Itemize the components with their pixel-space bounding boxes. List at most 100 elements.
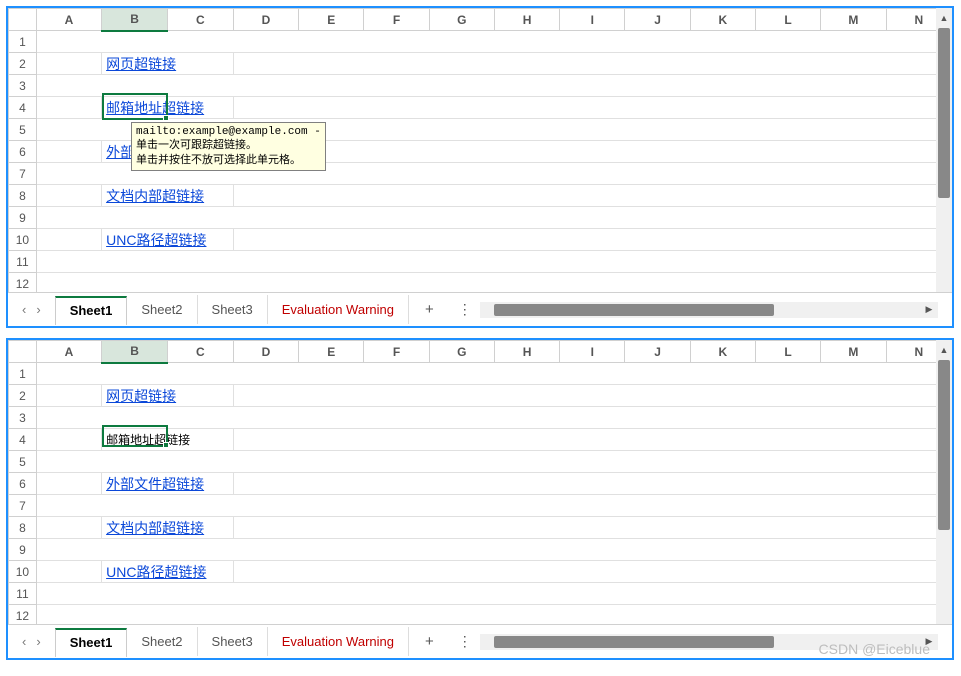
row-4[interactable]: 4: [9, 429, 37, 451]
col-D[interactable]: D: [233, 9, 298, 31]
cell[interactable]: [233, 53, 951, 75]
hyperlink[interactable]: 邮箱地址超链接: [106, 100, 204, 116]
tab-sheet2[interactable]: Sheet2: [127, 627, 197, 656]
col-F[interactable]: F: [364, 341, 429, 363]
col-B[interactable]: B: [102, 341, 168, 363]
add-sheet-button[interactable]: +: [409, 633, 450, 650]
row-8[interactable]: 8: [9, 185, 37, 207]
hyperlink[interactable]: 外部: [106, 144, 134, 160]
cell[interactable]: [36, 97, 101, 119]
cell[interactable]: [233, 141, 951, 163]
cell[interactable]: [233, 429, 951, 451]
hscroll-thumb[interactable]: [494, 636, 774, 648]
cell-B6[interactable]: 外部文件超链接: [102, 473, 234, 495]
col-G[interactable]: G: [429, 341, 494, 363]
col-E[interactable]: E: [299, 9, 364, 31]
row-5[interactable]: 5: [9, 451, 37, 473]
col-A[interactable]: A: [36, 341, 101, 363]
cell-B2[interactable]: 网页超链接: [102, 53, 234, 75]
cell[interactable]: [36, 583, 951, 605]
col-F[interactable]: F: [364, 9, 429, 31]
row-3[interactable]: 3: [9, 75, 37, 97]
cell[interactable]: [36, 407, 951, 429]
scroll-thumb[interactable]: [938, 360, 950, 530]
hscroll-thumb[interactable]: [494, 304, 774, 316]
row-1[interactable]: 1: [9, 363, 37, 385]
cell-B10[interactable]: UNC路径超链接: [102, 561, 234, 583]
cell-B8[interactable]: 文档内部超链接: [102, 185, 234, 207]
cell[interactable]: [36, 539, 951, 561]
cell[interactable]: [233, 561, 951, 583]
cell-B8[interactable]: 文档内部超链接: [102, 517, 234, 539]
cell[interactable]: [36, 185, 101, 207]
cell[interactable]: [36, 75, 951, 97]
cell-B4[interactable]: 邮箱地址超链接: [102, 429, 234, 451]
cell-B2[interactable]: 网页超链接: [102, 385, 234, 407]
cell[interactable]: [36, 229, 101, 251]
row-6[interactable]: 6: [9, 473, 37, 495]
col-G[interactable]: G: [429, 9, 494, 31]
corner-cell[interactable]: [9, 341, 37, 363]
prev-sheet-icon[interactable]: ‹: [22, 634, 26, 649]
cell[interactable]: [233, 473, 951, 495]
hyperlink[interactable]: 网页超链接: [106, 388, 176, 404]
cell[interactable]: [233, 185, 951, 207]
cell[interactable]: [36, 31, 951, 53]
row-10[interactable]: 10: [9, 561, 37, 583]
cell[interactable]: [36, 473, 101, 495]
horizontal-scrollbar[interactable]: ▶: [480, 302, 938, 318]
tab-sheet2[interactable]: Sheet2: [127, 295, 197, 324]
row-2[interactable]: 2: [9, 53, 37, 75]
row-10[interactable]: 10: [9, 229, 37, 251]
vertical-scrollbar[interactable]: ▲: [936, 340, 952, 627]
hyperlink[interactable]: 外部文件超链接: [106, 476, 204, 492]
scroll-up-icon[interactable]: ▲: [936, 10, 952, 26]
tab-sheet3[interactable]: Sheet3: [198, 295, 268, 324]
cell[interactable]: [36, 251, 951, 273]
grid-area[interactable]: A B C D E F G H I J K L M N 1 2: [8, 8, 952, 295]
col-J[interactable]: J: [625, 9, 690, 31]
tab-sheet3[interactable]: Sheet3: [198, 627, 268, 656]
cell-B10[interactable]: UNC路径超链接: [102, 229, 234, 251]
hyperlink[interactable]: 文档内部超链接: [106, 520, 204, 536]
row-2[interactable]: 2: [9, 385, 37, 407]
hyperlink[interactable]: 文档内部超链接: [106, 188, 204, 204]
col-D[interactable]: D: [233, 341, 298, 363]
cell-B4[interactable]: 邮箱地址超链接: [102, 97, 234, 119]
col-E[interactable]: E: [299, 341, 364, 363]
row-3[interactable]: 3: [9, 407, 37, 429]
row-4[interactable]: 4: [9, 97, 37, 119]
cell[interactable]: [233, 229, 951, 251]
cell[interactable]: [233, 97, 951, 119]
row-9[interactable]: 9: [9, 207, 37, 229]
col-J[interactable]: J: [625, 341, 690, 363]
col-H[interactable]: H: [494, 9, 559, 31]
row-9[interactable]: 9: [9, 539, 37, 561]
cell[interactable]: [233, 517, 951, 539]
col-A[interactable]: A: [36, 9, 101, 31]
col-L[interactable]: L: [755, 341, 820, 363]
more-sheets-icon[interactable]: ⋮: [450, 301, 480, 318]
vertical-scrollbar[interactable]: ▲: [936, 8, 952, 295]
col-M[interactable]: M: [821, 9, 886, 31]
col-K[interactable]: K: [690, 341, 755, 363]
tab-sheet1[interactable]: Sheet1: [55, 296, 128, 325]
col-M[interactable]: M: [821, 341, 886, 363]
cell[interactable]: [36, 451, 951, 473]
scroll-up-icon[interactable]: ▲: [936, 342, 952, 358]
row-7[interactable]: 7: [9, 163, 37, 185]
row-11[interactable]: 11: [9, 251, 37, 273]
cell[interactable]: [36, 363, 951, 385]
tab-evaluation-warning[interactable]: Evaluation Warning: [268, 295, 409, 324]
col-I[interactable]: I: [560, 9, 625, 31]
col-H[interactable]: H: [494, 341, 559, 363]
scroll-thumb[interactable]: [938, 28, 950, 198]
col-L[interactable]: L: [755, 9, 820, 31]
col-B[interactable]: B: [102, 9, 168, 31]
cell[interactable]: [36, 517, 101, 539]
scroll-right-icon[interactable]: ▶: [922, 302, 936, 318]
corner-cell[interactable]: [9, 9, 37, 31]
more-sheets-icon[interactable]: ⋮: [450, 633, 480, 650]
hyperlink[interactable]: UNC路径超链接: [106, 564, 206, 580]
hyperlink[interactable]: 网页超链接: [106, 56, 176, 72]
